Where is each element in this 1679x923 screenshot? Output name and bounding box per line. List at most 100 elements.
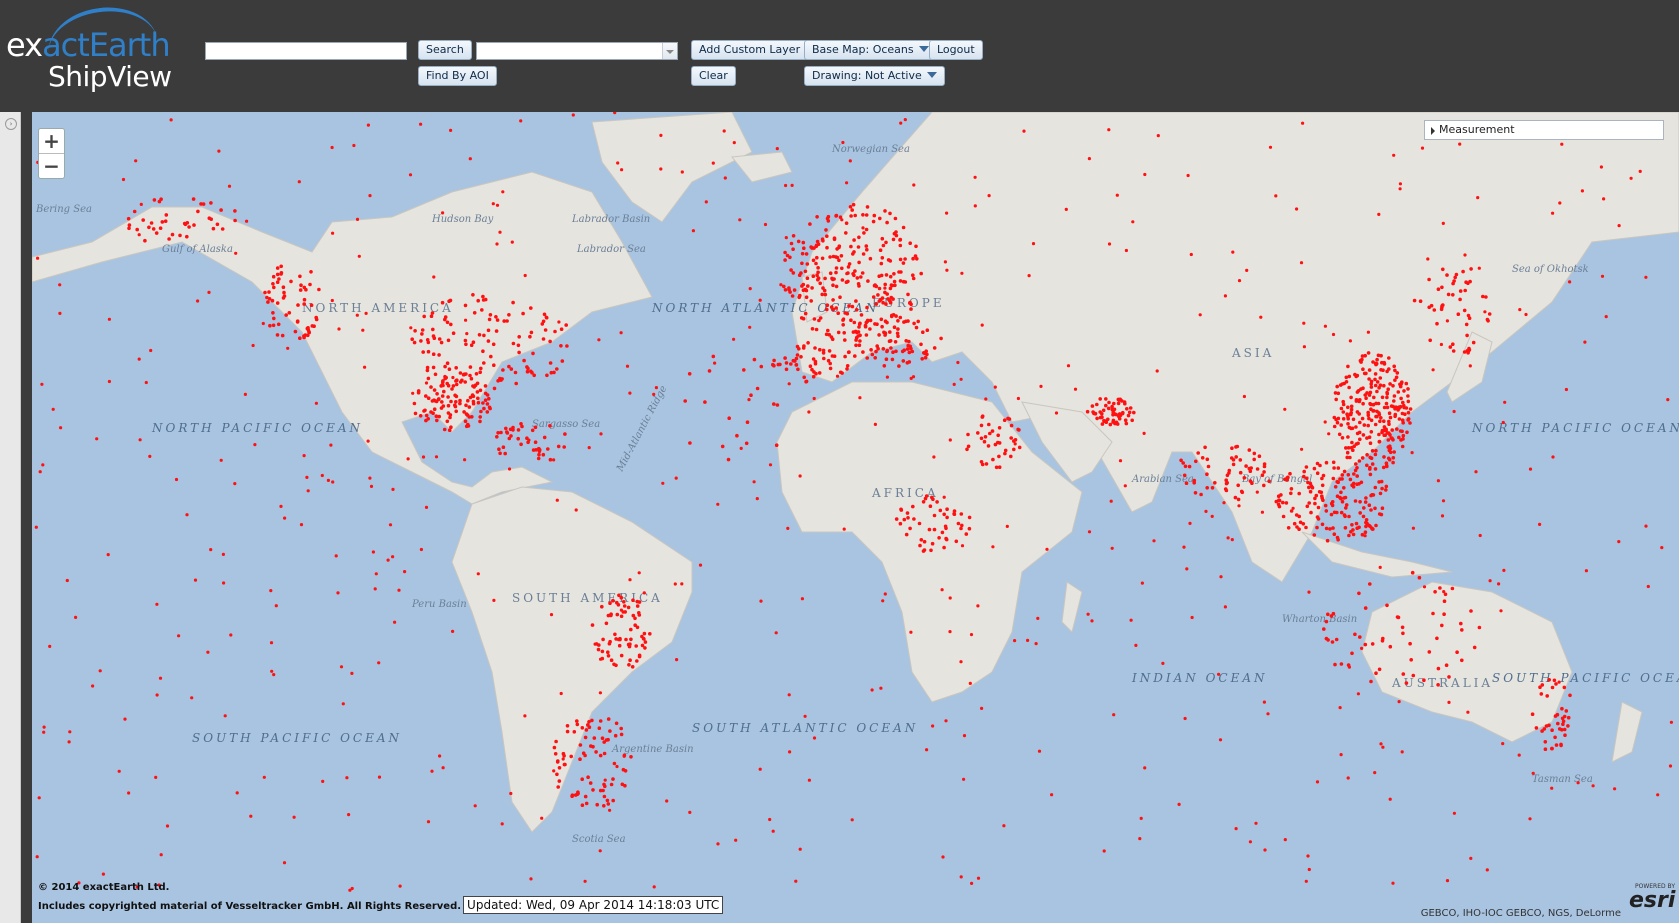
ship-dot[interactable] (1562, 685, 1567, 690)
ship-dot[interactable] (980, 415, 985, 419)
ship-dot[interactable] (601, 637, 605, 642)
ship-dot[interactable] (1346, 422, 1350, 426)
ship-dot[interactable] (600, 649, 605, 654)
ship-dot[interactable] (1267, 479, 1271, 484)
ship-dot[interactable] (276, 322, 281, 327)
ship-dot[interactable] (856, 282, 861, 286)
ship-dot[interactable] (1440, 285, 1444, 290)
ship-dot[interactable] (648, 632, 652, 636)
ship-dot[interactable] (893, 340, 898, 344)
ship-dot[interactable] (873, 422, 878, 426)
ship-dot[interactable] (154, 775, 158, 780)
ship-dot[interactable] (1484, 295, 1488, 299)
ship-dot[interactable] (263, 290, 267, 295)
ship-dot[interactable] (803, 269, 808, 274)
ship-dot[interactable] (1363, 534, 1367, 538)
ship-dot[interactable] (1156, 134, 1160, 138)
ship-dot[interactable] (788, 290, 792, 294)
ship-dot[interactable] (1545, 694, 1549, 698)
ship-dot[interactable] (984, 462, 989, 466)
ship-dot[interactable] (464, 403, 468, 408)
ship-dot[interactable] (810, 367, 814, 372)
ship-dot[interactable] (779, 283, 783, 287)
ship-dot[interactable] (158, 226, 163, 230)
ship-dot[interactable] (91, 684, 95, 688)
ship-dot[interactable] (1385, 603, 1389, 608)
ship-dot[interactable] (1364, 518, 1369, 522)
ship-dot[interactable] (980, 323, 984, 327)
ship-dot[interactable] (912, 321, 916, 326)
ship-dot[interactable] (1333, 485, 1338, 489)
ship-dot[interactable] (758, 298, 762, 302)
ship-dot[interactable] (844, 221, 849, 225)
ship-dot[interactable] (1368, 455, 1372, 460)
ship-dot[interactable] (1377, 386, 1381, 390)
ship-dot[interactable] (925, 328, 930, 332)
ship-dot[interactable] (451, 384, 456, 388)
ship-dot[interactable] (855, 276, 860, 280)
ship-dot[interactable] (880, 324, 884, 329)
ship-dot[interactable] (907, 360, 912, 364)
ship-dot[interactable] (871, 295, 876, 299)
ship-dot[interactable] (795, 344, 800, 349)
ship-dot[interactable] (1364, 524, 1368, 529)
ship-dot[interactable] (1304, 465, 1309, 469)
ship-dot[interactable] (1230, 446, 1234, 451)
ship-dot[interactable] (463, 303, 468, 308)
ship-dot[interactable] (555, 760, 560, 764)
ship-dot[interactable] (783, 258, 787, 262)
ship-dot[interactable] (522, 358, 526, 363)
ship-dot[interactable] (987, 194, 991, 198)
ship-dot[interactable] (902, 320, 906, 324)
ship-dot[interactable] (1400, 429, 1404, 434)
ship-dot[interactable] (796, 367, 800, 372)
ship-dot[interactable] (1353, 632, 1357, 637)
ship-dot[interactable] (1477, 625, 1482, 630)
ship-dot[interactable] (944, 537, 949, 542)
ship-dot[interactable] (422, 314, 427, 319)
ship-dot[interactable] (467, 405, 472, 409)
ship-dot[interactable] (281, 285, 286, 289)
ship-dot[interactable] (898, 315, 903, 320)
ship-dot[interactable] (832, 236, 837, 240)
ship-dot[interactable] (879, 273, 884, 278)
ship-dot[interactable] (1248, 840, 1252, 844)
ship-dot[interactable] (591, 788, 595, 792)
ship-dot[interactable] (1408, 421, 1412, 425)
ship-dot[interactable] (1196, 451, 1200, 455)
ship-dot[interactable] (498, 230, 502, 234)
ship-dot[interactable] (1349, 395, 1353, 400)
ship-dot[interactable] (445, 361, 450, 365)
ship-dot[interactable] (1469, 267, 1473, 271)
ship-dot[interactable] (711, 161, 715, 165)
ship-dot[interactable] (600, 736, 605, 740)
ship-dot[interactable] (42, 730, 46, 734)
ship-dot[interactable] (858, 321, 862, 326)
ship-dot[interactable] (840, 266, 844, 271)
ship-dot[interactable] (1378, 376, 1383, 380)
ship-dot[interactable] (1351, 481, 1356, 486)
ship-dot[interactable] (1410, 570, 1415, 575)
ship-dot[interactable] (219, 458, 223, 462)
ship-dot[interactable] (1379, 512, 1384, 517)
ship-dot[interactable] (531, 351, 535, 356)
ship-dot[interactable] (1090, 404, 1095, 408)
ship-dot[interactable] (442, 427, 447, 432)
ship-dot[interactable] (419, 122, 423, 126)
ship-dot[interactable] (598, 719, 603, 723)
ship-dot[interactable] (791, 234, 796, 238)
ship-dot[interactable] (314, 315, 319, 320)
ship-dot[interactable] (209, 201, 213, 205)
ship-dot[interactable] (494, 315, 498, 319)
ship-dot[interactable] (956, 360, 960, 365)
ship-dot[interactable] (1185, 567, 1189, 571)
ship-dot[interactable] (991, 457, 995, 462)
ship-dot[interactable] (1319, 490, 1324, 495)
ship-dot[interactable] (293, 329, 298, 334)
ship-dot[interactable] (272, 316, 276, 321)
ship-dot[interactable] (1247, 448, 1252, 452)
ship-dot[interactable] (575, 722, 580, 727)
ship-dot[interactable] (523, 273, 527, 278)
ship-dot[interactable] (815, 215, 819, 219)
ship-dot[interactable] (419, 547, 423, 552)
